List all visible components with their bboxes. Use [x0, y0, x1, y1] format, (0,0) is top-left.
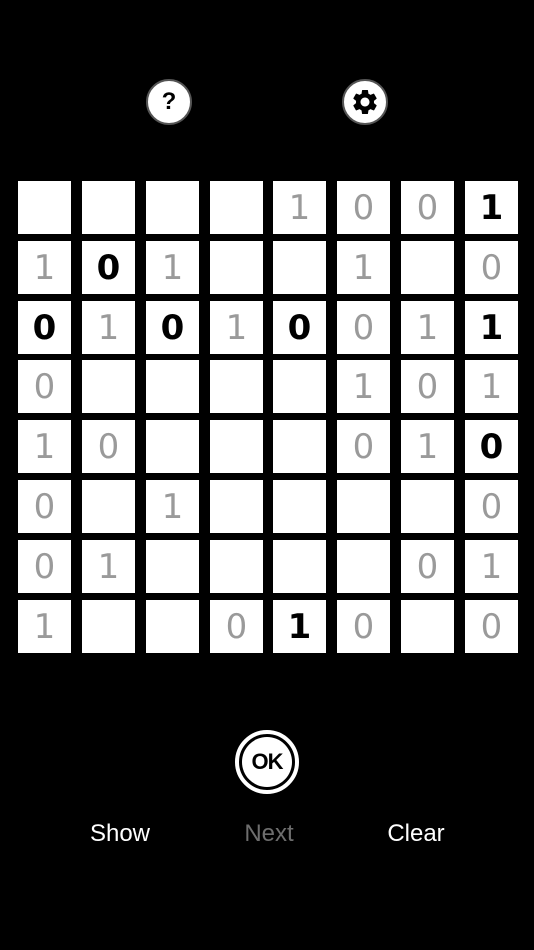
clear-button[interactable]: Clear [366, 816, 466, 852]
grid-cell[interactable] [146, 181, 199, 234]
grid-cell[interactable] [401, 480, 454, 533]
ok-label: OK [242, 737, 292, 787]
grid-cell[interactable] [210, 420, 263, 473]
grid-cell[interactable] [82, 600, 135, 653]
grid-cell[interactable]: 1 [337, 241, 390, 294]
grid-cell[interactable] [401, 600, 454, 653]
grid-cell[interactable]: 1 [146, 480, 199, 533]
grid-cell[interactable]: 1 [210, 301, 263, 354]
grid-cell[interactable]: 0 [82, 420, 135, 473]
grid-cell[interactable]: 0 [18, 360, 71, 413]
grid-cell[interactable] [18, 181, 71, 234]
grid-cell[interactable]: 0 [401, 181, 454, 234]
grid-cell[interactable]: 1 [465, 360, 518, 413]
grid-cell[interactable]: 0 [337, 181, 390, 234]
grid-cell[interactable]: 0 [18, 301, 71, 354]
grid-cell[interactable]: 1 [18, 241, 71, 294]
grid-cell[interactable] [273, 360, 326, 413]
grid-cell[interactable]: 0 [18, 480, 71, 533]
grid-cell[interactable]: 0 [337, 600, 390, 653]
grid-cell[interactable]: 1 [337, 360, 390, 413]
grid-cell[interactable] [82, 181, 135, 234]
grid-cell[interactable]: 1 [401, 420, 454, 473]
grid-cell[interactable] [210, 181, 263, 234]
grid-cell[interactable]: 1 [82, 301, 135, 354]
grid-cell[interactable] [210, 540, 263, 593]
puzzle-grid: 10011011001010011010110010010010110100 [0, 0, 534, 700]
grid-cell[interactable] [273, 540, 326, 593]
grid-cell[interactable]: 0 [465, 600, 518, 653]
grid-cell[interactable]: 0 [210, 600, 263, 653]
grid-cell[interactable]: 0 [337, 420, 390, 473]
grid-cell[interactable]: 0 [18, 540, 71, 593]
grid-cell[interactable] [146, 420, 199, 473]
grid-cell[interactable] [210, 360, 263, 413]
grid-cell[interactable]: 1 [465, 301, 518, 354]
grid-cell[interactable] [146, 600, 199, 653]
grid-cell[interactable]: 1 [273, 181, 326, 234]
grid-cell[interactable]: 1 [146, 241, 199, 294]
grid-cell[interactable]: 0 [465, 480, 518, 533]
grid-cell[interactable] [146, 360, 199, 413]
grid-cell[interactable]: 0 [401, 360, 454, 413]
grid-cell[interactable] [146, 540, 199, 593]
grid-cell[interactable] [82, 360, 135, 413]
grid-cell[interactable]: 0 [465, 420, 518, 473]
grid-cell[interactable] [273, 480, 326, 533]
next-button[interactable]: Next [219, 816, 319, 852]
grid-cell[interactable]: 0 [82, 241, 135, 294]
grid-cell[interactable] [401, 241, 454, 294]
grid-cell[interactable]: 1 [82, 540, 135, 593]
grid-cell[interactable] [337, 480, 390, 533]
grid-cell[interactable] [210, 480, 263, 533]
grid-cell[interactable] [82, 480, 135, 533]
grid-cell[interactable] [273, 241, 326, 294]
grid-cell[interactable]: 1 [465, 181, 518, 234]
grid-cell[interactable]: 1 [18, 600, 71, 653]
grid-cell[interactable]: 0 [273, 301, 326, 354]
show-button[interactable]: Show [70, 816, 170, 852]
grid-cell[interactable] [337, 540, 390, 593]
grid-cell[interactable] [210, 241, 263, 294]
grid-cell[interactable]: 0 [146, 301, 199, 354]
grid-cell[interactable]: 1 [465, 540, 518, 593]
grid-cell[interactable]: 1 [401, 301, 454, 354]
grid-cell[interactable]: 0 [337, 301, 390, 354]
grid-cell[interactable]: 0 [401, 540, 454, 593]
grid-cell[interactable] [273, 420, 326, 473]
grid-cell[interactable]: 1 [18, 420, 71, 473]
grid-cell[interactable]: 1 [273, 600, 326, 653]
ok-button[interactable]: OK [235, 730, 299, 794]
grid-cell[interactable]: 0 [465, 241, 518, 294]
